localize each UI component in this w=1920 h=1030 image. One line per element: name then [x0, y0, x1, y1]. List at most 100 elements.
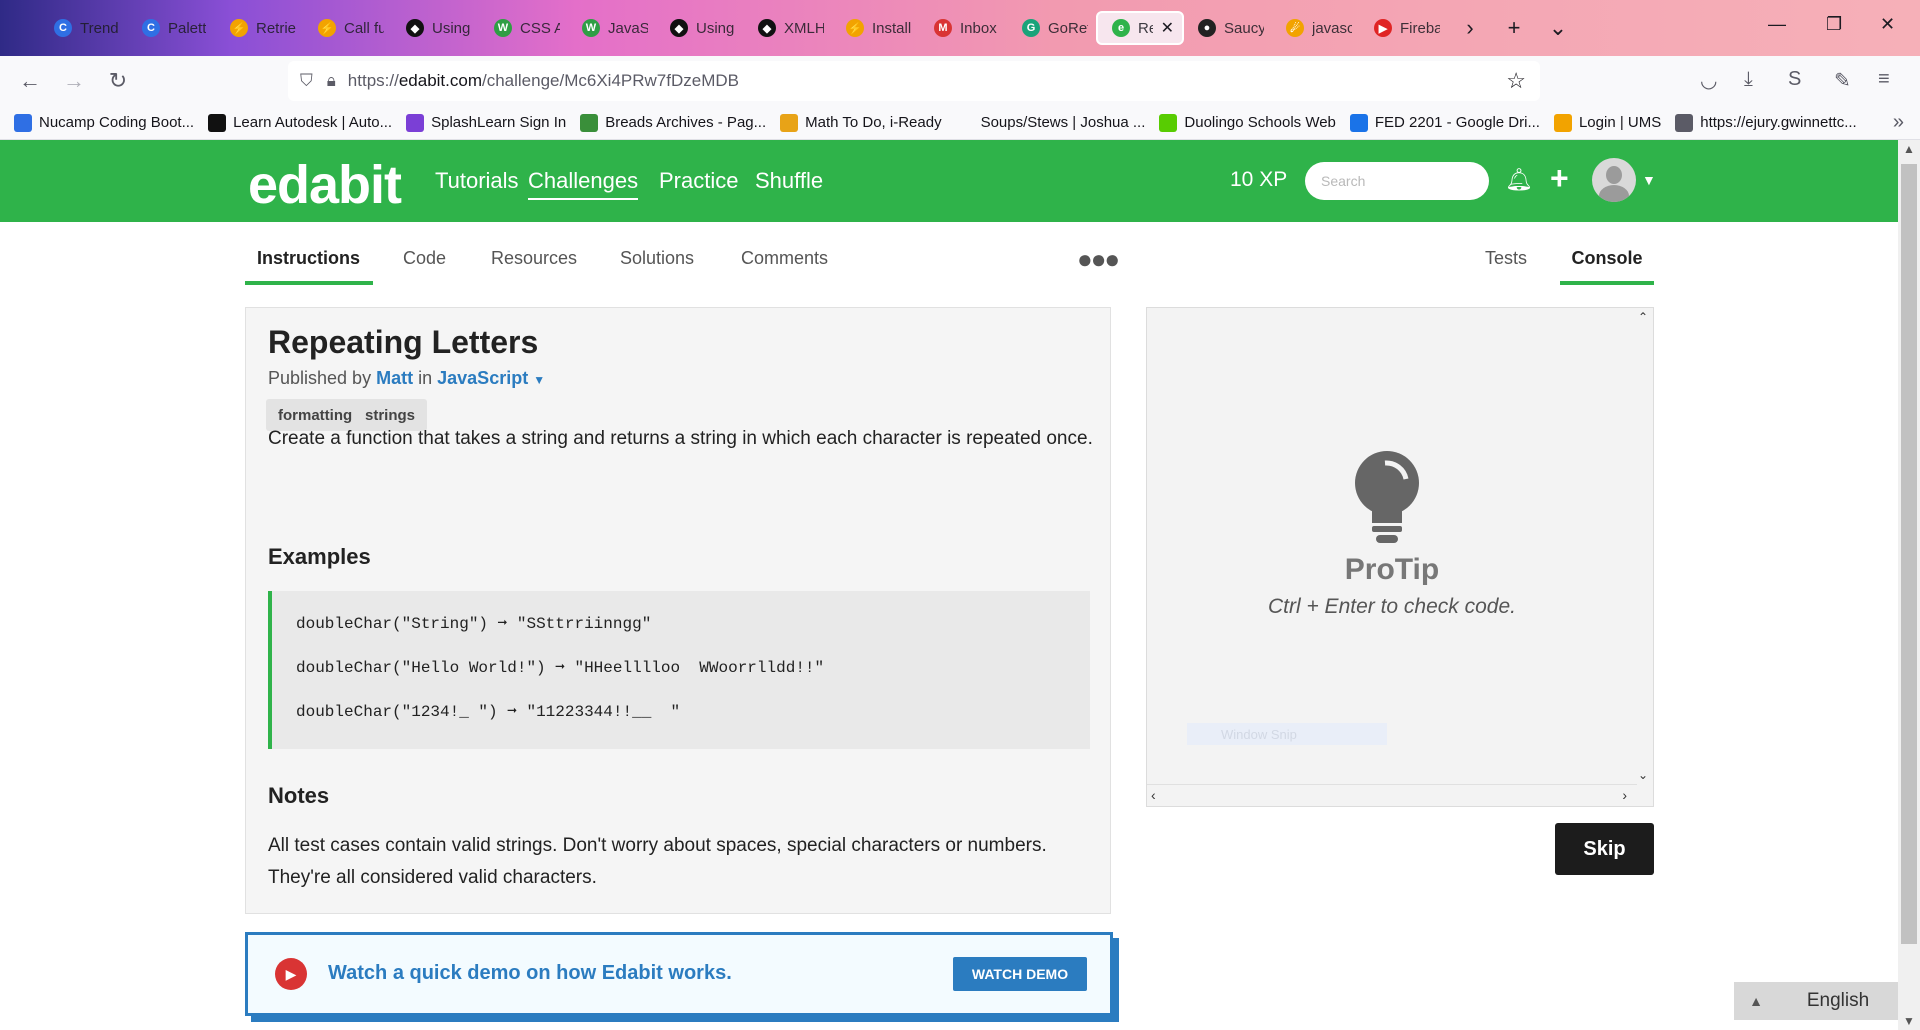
window-snip-hint: Window Snip — [1187, 723, 1387, 745]
search-input[interactable]: Search — [1305, 162, 1489, 200]
tab-code[interactable]: Code — [403, 248, 446, 281]
browser-tab[interactable]: C Palett — [128, 11, 216, 45]
play-icon[interactable]: ▶ — [275, 958, 307, 990]
protip-text: Ctrl + Enter to check code. — [1267, 595, 1517, 618]
bookmark-item[interactable]: Math To Do, i-Ready — [780, 113, 942, 132]
more-bookmarks-icon[interactable]: » — [1893, 111, 1904, 134]
browser-tab[interactable]: ● Saucy — [1184, 11, 1272, 45]
bookmark-item[interactable]: Login | UMS — [1553, 113, 1661, 132]
back-icon[interactable]: ← — [8, 68, 52, 94]
skip-button[interactable]: Skip — [1555, 823, 1654, 875]
bookmark-item[interactable]: Breads Archives - Pag... — [580, 113, 766, 132]
new-tab-icon[interactable]: + — [1492, 15, 1536, 41]
plus-icon[interactable]: + — [1550, 160, 1569, 197]
caret-up-icon[interactable]: ▲ — [1734, 993, 1778, 1009]
tab-favicon-icon: ◆ — [758, 19, 776, 37]
eyedropper-icon[interactable]: ✎ — [1834, 68, 1851, 93]
forward-icon[interactable]: → — [52, 68, 96, 94]
browser-tab[interactable]: ◆ XMLH — [744, 11, 832, 45]
browser-tab[interactable]: ⚡ Call fu — [304, 11, 392, 45]
tab-console[interactable]: Console — [1560, 248, 1654, 285]
example-line: doubleChar("String") ➞ "SSttrriinngg" — [296, 615, 652, 633]
chevron-down-icon[interactable]: ▼ — [1642, 172, 1656, 188]
author-link[interactable]: Matt — [376, 368, 413, 388]
scroll-right-icon[interactable]: › — [1622, 787, 1627, 803]
browser-tab[interactable]: W CSS A — [480, 11, 568, 45]
console-horizontal-scrollbar[interactable]: ‹ › — [1147, 784, 1637, 806]
tab-favicon-icon: e — [1112, 19, 1130, 37]
tab-comments[interactable]: Comments — [741, 248, 828, 281]
scroll-down-icon[interactable]: ▼ — [1903, 1014, 1915, 1028]
browser-tab[interactable]: W JavaSc — [568, 11, 656, 45]
tab-label: Fireba — [1400, 19, 1440, 37]
browser-tab[interactable]: ◆ Using — [392, 11, 480, 45]
url-bar[interactable]: ⛉ 🔒︎ https://edabit.com/challenge/Mc6Xi4… — [288, 61, 1540, 101]
demo-text[interactable]: Watch a quick demo on how Edabit works. — [328, 962, 732, 985]
list-all-tabs-icon[interactable]: ⌄ — [1536, 15, 1580, 41]
tab-instructions[interactable]: Instructions — [245, 248, 373, 285]
close-window-icon[interactable]: ✕ — [1880, 14, 1895, 35]
nav-practice[interactable]: Practice — [659, 168, 738, 194]
menu-icon[interactable]: ≡ — [1878, 68, 1890, 91]
star-bookmark-icon[interactable]: ☆ — [1506, 68, 1526, 94]
published-by-label: Published by — [268, 368, 372, 388]
edabit-logo[interactable]: edabit — [248, 154, 402, 216]
bookmarks-bar: Nucamp Coding Boot... Learn Autodesk | Au… — [0, 106, 1920, 140]
browser-tab[interactable]: ▶ Fireba — [1360, 11, 1448, 45]
bookmark-item[interactable]: Soups/Stews | Joshua ... — [955, 113, 1145, 132]
browser-tab[interactable]: ☄ javasc — [1272, 11, 1360, 45]
nav-shuffle[interactable]: Shuffle — [755, 168, 823, 194]
tab-tests[interactable]: Tests — [1485, 248, 1527, 281]
bookmark-item[interactable]: https://ejury.gwinnettc... — [1675, 113, 1857, 132]
bookmark-item[interactable]: SplashLearn Sign In — [406, 113, 566, 132]
xp-counter: 10 XP — [1230, 168, 1288, 191]
bell-icon[interactable]: 🔔︎ — [1505, 167, 1533, 193]
close-tab-icon[interactable]: ✕ — [1161, 18, 1174, 38]
restore-icon[interactable]: ❐ — [1826, 14, 1842, 35]
scrollbar-thumb[interactable] — [1901, 164, 1917, 944]
extension-s-icon[interactable]: S — [1788, 68, 1801, 91]
shield-icon[interactable]: ⛉ — [300, 71, 313, 91]
scroll-up-icon[interactable]: ▲ — [1903, 142, 1915, 156]
more-options-icon[interactable]: ●●● — [1077, 244, 1120, 275]
browser-tab[interactable]: C Trend — [40, 11, 128, 45]
language-link[interactable]: JavaScript — [437, 368, 528, 388]
tab-resources[interactable]: Resources — [491, 248, 577, 281]
pocket-icon[interactable]: ◡ — [1700, 68, 1717, 93]
reload-icon[interactable]: ↻ — [96, 68, 140, 94]
browser-tab[interactable]: e Rep ✕ — [1096, 11, 1184, 45]
browser-tab[interactable]: G GoRet — [1008, 11, 1096, 45]
download-icon[interactable]: ⤓ — [1744, 68, 1753, 91]
tab-label: Using — [696, 19, 735, 37]
scroll-up-icon[interactable]: ⌃ — [1638, 310, 1648, 324]
scroll-left-icon[interactable]: ‹ — [1151, 787, 1156, 803]
nav-challenges[interactable]: Challenges — [528, 168, 639, 200]
bookmark-favicon-icon — [1553, 113, 1572, 132]
tab-scroll-right-icon[interactable]: › — [1448, 15, 1492, 41]
bookmark-item[interactable]: Duolingo Schools Web — [1159, 113, 1336, 132]
language-dropdown-icon[interactable]: ▼ — [533, 373, 545, 387]
browser-tab[interactable]: ⚡ Retrie — [216, 11, 304, 45]
scroll-down-icon[interactable]: ⌄ — [1638, 768, 1648, 782]
tab-label: Retrie — [256, 19, 296, 37]
browser-tab[interactable]: ⚡ Install — [832, 11, 920, 45]
bookmark-favicon-icon — [208, 113, 227, 132]
browser-nav-bar: ← → ↻ ⛉ 🔒︎ https://edabit.com/challenge/… — [0, 56, 1920, 106]
bookmark-item[interactable]: Learn Autodesk | Auto... — [208, 113, 392, 132]
browser-tab[interactable]: M Inbox — [920, 11, 1008, 45]
bookmark-label: https://ejury.gwinnettc... — [1700, 114, 1857, 131]
language-selector[interactable]: ▲ English — [1734, 982, 1898, 1020]
nav-tutorials[interactable]: Tutorials — [435, 168, 519, 194]
minimize-icon[interactable]: — — [1768, 14, 1786, 35]
avatar[interactable] — [1592, 158, 1636, 202]
tab-label: GoRet — [1048, 19, 1088, 37]
url-host: edabit.com — [398, 71, 482, 90]
watch-demo-button[interactable]: WATCH DEMO — [953, 957, 1087, 991]
page-scrollbar[interactable]: ▲ ▼ — [1898, 140, 1920, 1030]
language-label[interactable]: English — [1778, 990, 1898, 1012]
browser-tab[interactable]: ◆ Using — [656, 11, 744, 45]
tab-solutions[interactable]: Solutions — [620, 248, 694, 281]
console-vertical-scrollbar[interactable]: ⌃ ⌄ — [1635, 308, 1653, 784]
bookmark-item[interactable]: FED 2201 - Google Dri... — [1349, 113, 1540, 132]
bookmark-item[interactable]: Nucamp Coding Boot... — [14, 113, 194, 132]
